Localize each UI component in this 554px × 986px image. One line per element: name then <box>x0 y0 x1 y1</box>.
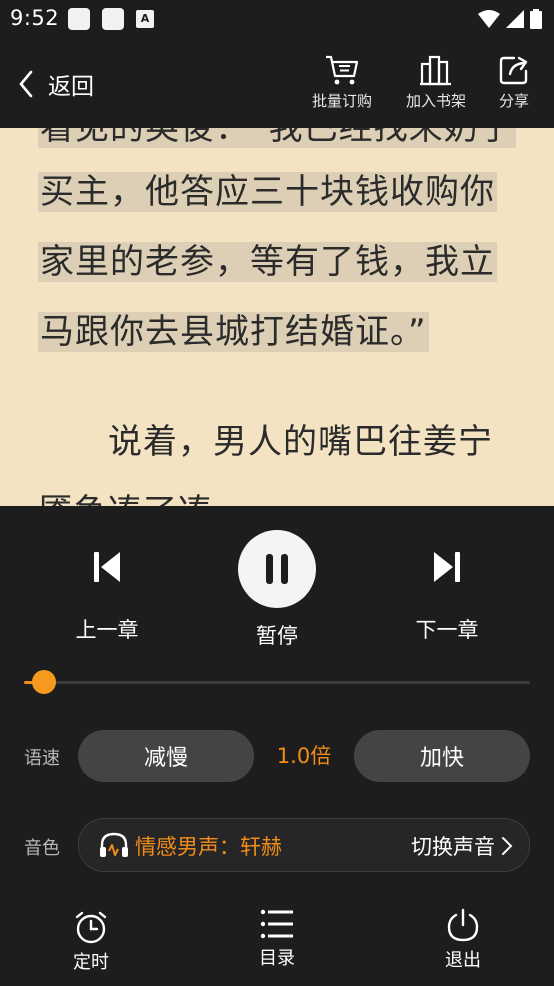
share-button[interactable]: 分享 <box>472 54 554 111</box>
pause-icon <box>266 554 288 584</box>
next-chapter-label: 下一章 <box>415 618 479 642</box>
exit-label: 退出 <box>445 950 481 971</box>
text-line: 马跟你去县城打结婚证。” <box>38 308 429 356</box>
timer-button[interactable]: 定时 <box>56 910 126 974</box>
skip-next-icon <box>434 552 460 582</box>
speed-value: 1.0倍 <box>276 744 332 768</box>
slow-down-button[interactable]: 减慢 <box>78 730 254 782</box>
chevron-left-icon <box>19 70 33 98</box>
reader-toolbar: 返回 批量订购 加入书架 分享 <box>0 50 554 120</box>
headphones-icon <box>100 832 128 857</box>
skip-previous-icon <box>94 552 120 582</box>
progress-slider[interactable] <box>24 670 530 694</box>
signal-icon <box>506 10 524 28</box>
a-notification-icon: A <box>136 10 154 28</box>
audio-player-panel: 上一章 暂停 下一章 语速 减慢 1.0倍 加快 音色 情感男声：轩赫 切换声音… <box>0 506 554 986</box>
speed-up-button[interactable]: 加快 <box>354 730 530 782</box>
cart-icon <box>326 55 359 85</box>
add-to-shelf-button[interactable]: 加入书架 <box>394 54 478 111</box>
reading-area[interactable]: 看见的英俊：“我已经找来奶子 买主，他答应三十块钱收购你 家里的老参，等有了钱，… <box>0 128 554 506</box>
notification-icon <box>102 8 124 30</box>
text-line-partial: 靥争凑了凑 <box>38 488 213 506</box>
next-chapter-button[interactable]: 下一章 <box>404 550 490 644</box>
batch-order-label: 批量订购 <box>311 92 372 110</box>
status-time: 9:52 <box>10 6 60 30</box>
text-line-partial: 看见的英俊：“我已经找来奶子 <box>38 128 516 152</box>
catalog-button[interactable]: 目录 <box>242 908 312 970</box>
top-bar: 9:52 A 返回 批量订购 加入书架 分享 <box>0 0 554 128</box>
share-icon <box>499 56 528 85</box>
back-label: 返回 <box>48 74 94 100</box>
battery-icon <box>530 9 542 29</box>
highlighted-text: 看见的英俊：“我已经找来奶子 <box>38 128 516 148</box>
add-to-shelf-label: 加入书架 <box>405 92 466 110</box>
exit-button[interactable]: 退出 <box>428 908 498 972</box>
prev-chapter-label: 上一章 <box>75 618 139 642</box>
highlighted-text: 马跟你去县城打结婚证。” <box>38 312 429 352</box>
pause-button[interactable]: 暂停 <box>236 530 318 650</box>
switch-voice-label: 切换声音 <box>411 835 495 859</box>
voice-name: 情感男声：轩赫 <box>135 835 282 859</box>
wifi-icon <box>478 10 500 28</box>
notification-icon <box>68 8 90 30</box>
highlighted-text: 家里的老参，等有了钱，我立 <box>38 242 497 282</box>
back-button[interactable]: 返回 <box>18 64 94 104</box>
progress-handle[interactable] <box>32 670 57 694</box>
prev-chapter-button[interactable]: 上一章 <box>64 550 150 644</box>
voice-row-label: 音色 <box>24 838 60 859</box>
text-line: 家里的老参，等有了钱，我立 <box>38 238 497 286</box>
timer-label: 定时 <box>73 952 109 973</box>
highlighted-text: 买主，他答应三十块钱收购你 <box>38 172 497 212</box>
bookshelf-icon <box>420 55 451 86</box>
chevron-right-icon <box>502 837 513 855</box>
alarm-clock-icon <box>75 911 107 944</box>
status-bar: 9:52 A <box>0 0 554 38</box>
power-icon <box>447 908 479 942</box>
list-icon <box>260 909 293 939</box>
text-line: 买主，他答应三十块钱收购你 <box>38 168 497 216</box>
share-label: 分享 <box>498 92 529 110</box>
system-icons <box>478 8 542 30</box>
catalog-label: 目录 <box>259 948 295 969</box>
pause-label: 暂停 <box>256 624 298 648</box>
speed-row-label: 语速 <box>24 748 60 769</box>
batch-order-button[interactable]: 批量订购 <box>300 54 384 111</box>
text-line: 说着，男人的嘴巴往姜宁 <box>108 422 493 462</box>
voice-selector[interactable]: 情感男声：轩赫 切换声音 <box>78 818 530 872</box>
pause-circle <box>238 530 316 608</box>
